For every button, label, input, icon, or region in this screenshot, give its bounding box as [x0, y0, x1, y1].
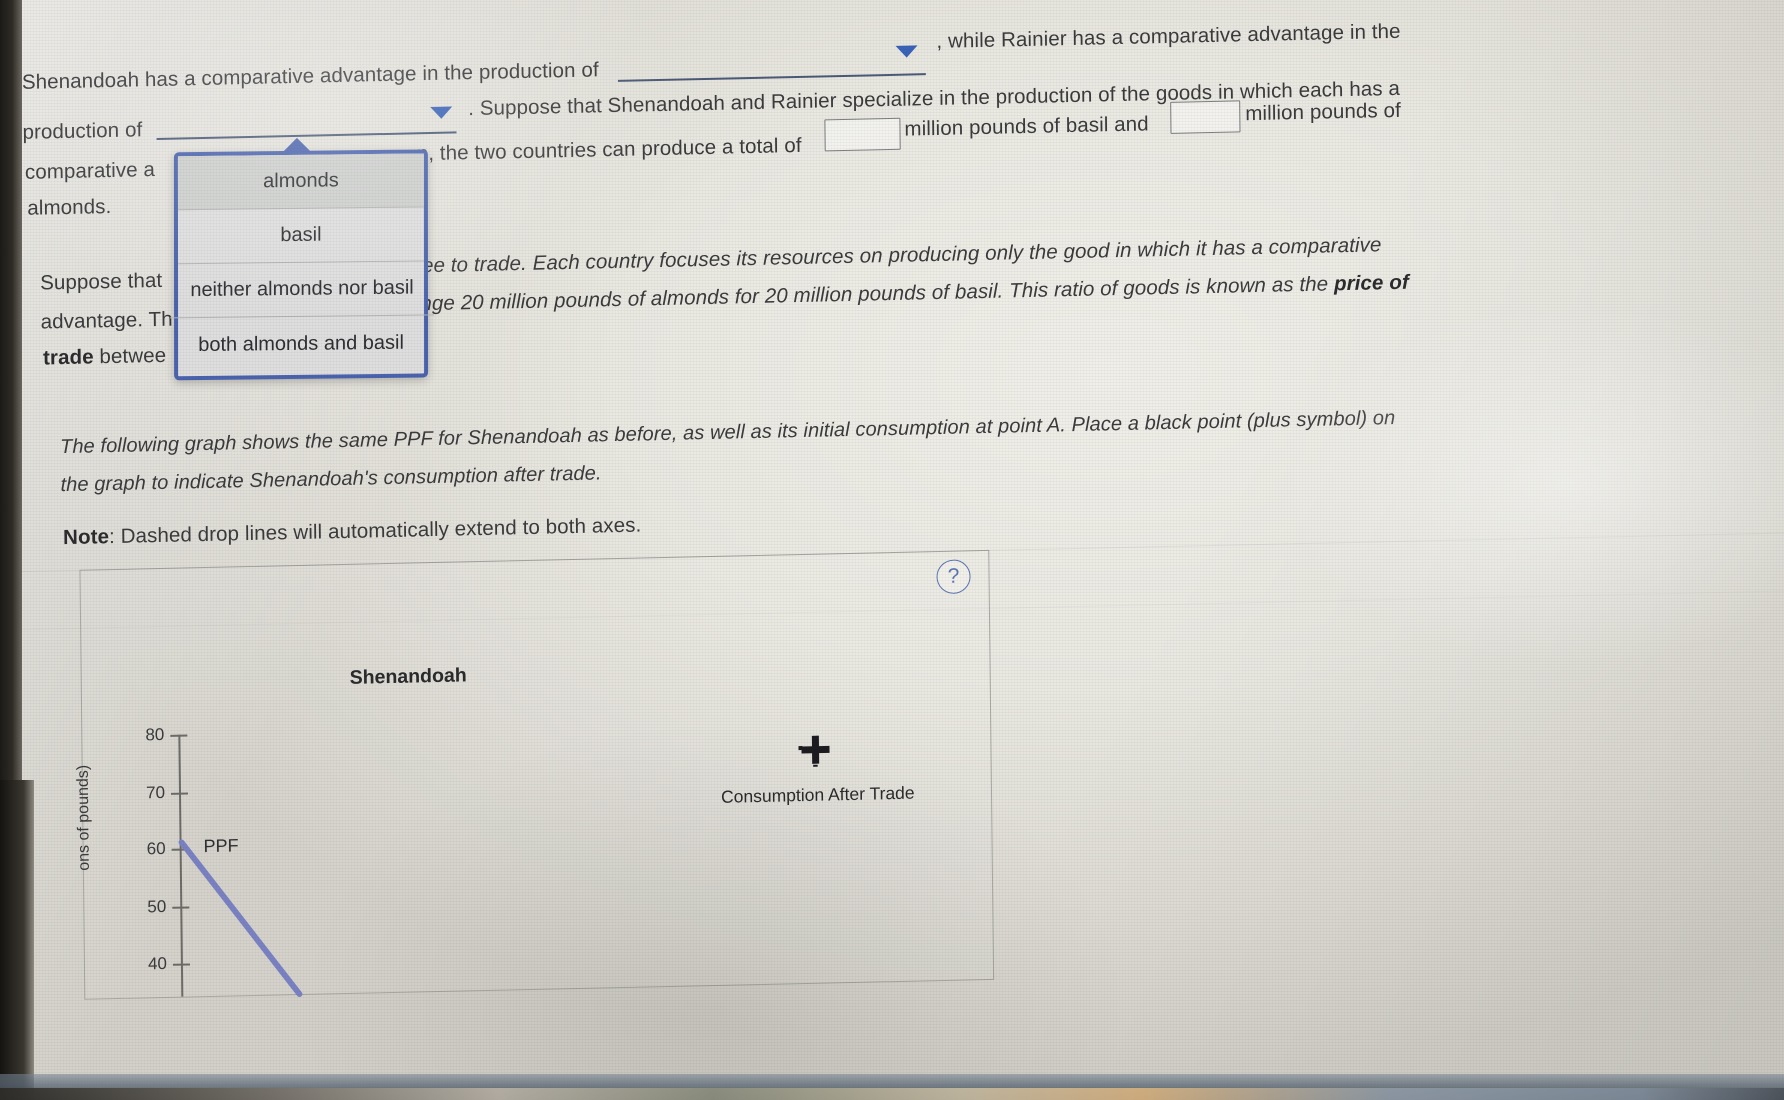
- dropdown-option-label: basil: [280, 223, 322, 247]
- para2-line2-part2: nge 20 million pounds of almonds for 20 …: [420, 271, 1409, 316]
- y-tick-label-80: 80: [145, 724, 165, 745]
- para2-line2-text: nge 20 million pounds of almonds for 20 …: [420, 272, 1335, 316]
- trade-between-rest: betwee: [93, 343, 167, 369]
- y-tick-label-70: 70: [145, 782, 166, 803]
- question-line3-part2: n, the two countries can produce a total…: [416, 133, 802, 166]
- consumption-after-trade-label: Consumption After Trade: [720, 782, 915, 807]
- dropdown-option-label: neither almonds nor basil: [190, 276, 414, 302]
- chevron-down-icon-2[interactable]: [430, 106, 453, 119]
- dropdown-menu[interactable]: almonds basil neither almonds nor basil …: [170, 137, 435, 381]
- para2-line2-part1: advantage. Th: [40, 307, 173, 334]
- y-tick-label-50: 50: [147, 896, 167, 917]
- question-line3-part4: million pounds of: [1245, 98, 1401, 126]
- dropdown-pointer-icon: [281, 137, 312, 154]
- question-line2-part1: production of: [22, 118, 143, 144]
- question-line3-part3: million pounds of basil and: [904, 112, 1149, 141]
- dropdown-option-neither[interactable]: neither almonds nor basil: [170, 261, 435, 319]
- dropdown-option-basil[interactable]: basil: [177, 207, 424, 265]
- dropdown-option-label: both almonds and basil: [198, 331, 404, 356]
- chart-title: Shenandoah: [349, 664, 467, 689]
- y-tick-label-60: 60: [146, 838, 166, 859]
- dropdown-option-both[interactable]: both almonds and basil: [172, 315, 430, 372]
- almonds-total-input[interactable]: [1170, 100, 1241, 134]
- question-line1-part2: , while Rainier has a comparative advant…: [936, 19, 1401, 53]
- note-text: : Dashed drop lines will automatically e…: [108, 513, 642, 549]
- monitor-bezel-bottom-strip: [0, 1088, 1784, 1100]
- y-tick-label-40: 40: [147, 953, 168, 974]
- y-tick-mark-70: [170, 792, 189, 795]
- chevron-down-icon[interactable]: [895, 45, 918, 58]
- basil-total-input[interactable]: [824, 117, 901, 152]
- dropdown-option-almonds[interactable]: almonds: [177, 153, 424, 211]
- consumption-after-trade-marker[interactable]: [798, 732, 832, 768]
- graph-instruction-line2: the graph to indicate Shenandoah's consu…: [60, 462, 602, 497]
- para2-line1-part2: ee to trade. Each country focuses its re…: [421, 233, 1382, 278]
- photographed-screen: Shenandoah has a comparative advantage i…: [0, 0, 1784, 1100]
- note-line: Note: Dashed drop lines will automatical…: [63, 513, 641, 549]
- graph-instruction-line1: The following graph shows the same PPF f…: [59, 407, 1396, 459]
- monitor-bezel-left-lower: [0, 780, 34, 1100]
- para2-line1-part1: Suppose that: [40, 268, 163, 295]
- price-of-bold: price of: [1333, 270, 1409, 296]
- question-line4: almonds.: [27, 194, 112, 220]
- ppf-label: PPF: [203, 835, 239, 857]
- question-line1-part1: Shenandoah has a comparative advantage i…: [21, 58, 599, 94]
- dropdown-option-label: almonds: [263, 169, 339, 193]
- answer-blank-1[interactable]: [617, 73, 926, 82]
- y-tick-mark-80: [170, 734, 188, 737]
- screen-content: Shenandoah has a comparative advantage i…: [0, 0, 1784, 1100]
- trade-bold: trade: [42, 345, 94, 370]
- y-axis-title: ons of pounds): [74, 764, 93, 871]
- help-icon[interactable]: ?: [936, 559, 971, 595]
- question-line3-part1: comparative a: [24, 158, 156, 184]
- para2-line3: trade betwee: [43, 344, 166, 370]
- ppf-curve: [178, 839, 303, 998]
- note-bold-label: Note: [62, 525, 110, 550]
- help-icon-glyph: ?: [947, 564, 960, 588]
